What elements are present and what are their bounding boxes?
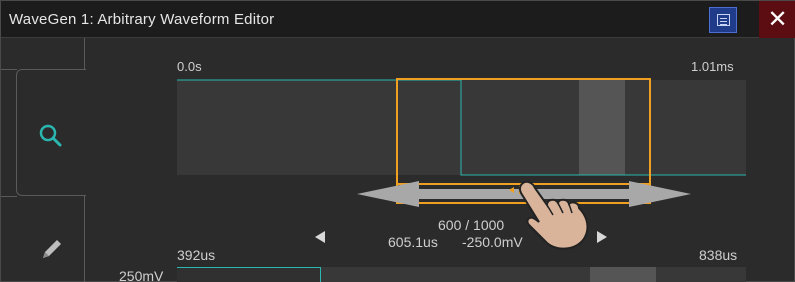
scroll-left-arrow: [357, 181, 419, 207]
overview-waveform: [177, 79, 746, 176]
scroll-right-arrow: [629, 181, 691, 207]
detail-end-label: 838us: [699, 247, 738, 263]
waveform-editor-window: WaveGen 1: Arbitrary Waveform Editor ✕ 0…: [0, 0, 795, 282]
hand-gesture-icon: [518, 181, 589, 250]
point-index-readout: 600 / 1000: [438, 217, 505, 233]
detail-waveform: [177, 267, 321, 282]
detail-start-label: 392us: [177, 247, 216, 263]
time-readout: 605.1us: [388, 234, 438, 250]
prev-point-arrow: [315, 231, 325, 243]
next-point-arrow: [597, 231, 607, 243]
selection-box: [396, 78, 651, 186]
voltage-readout: -250.0mV: [462, 234, 523, 250]
detail-plot[interactable]: [177, 267, 746, 282]
detail-y-label: 250mV: [119, 268, 164, 282]
detail-highlight: [590, 267, 656, 282]
